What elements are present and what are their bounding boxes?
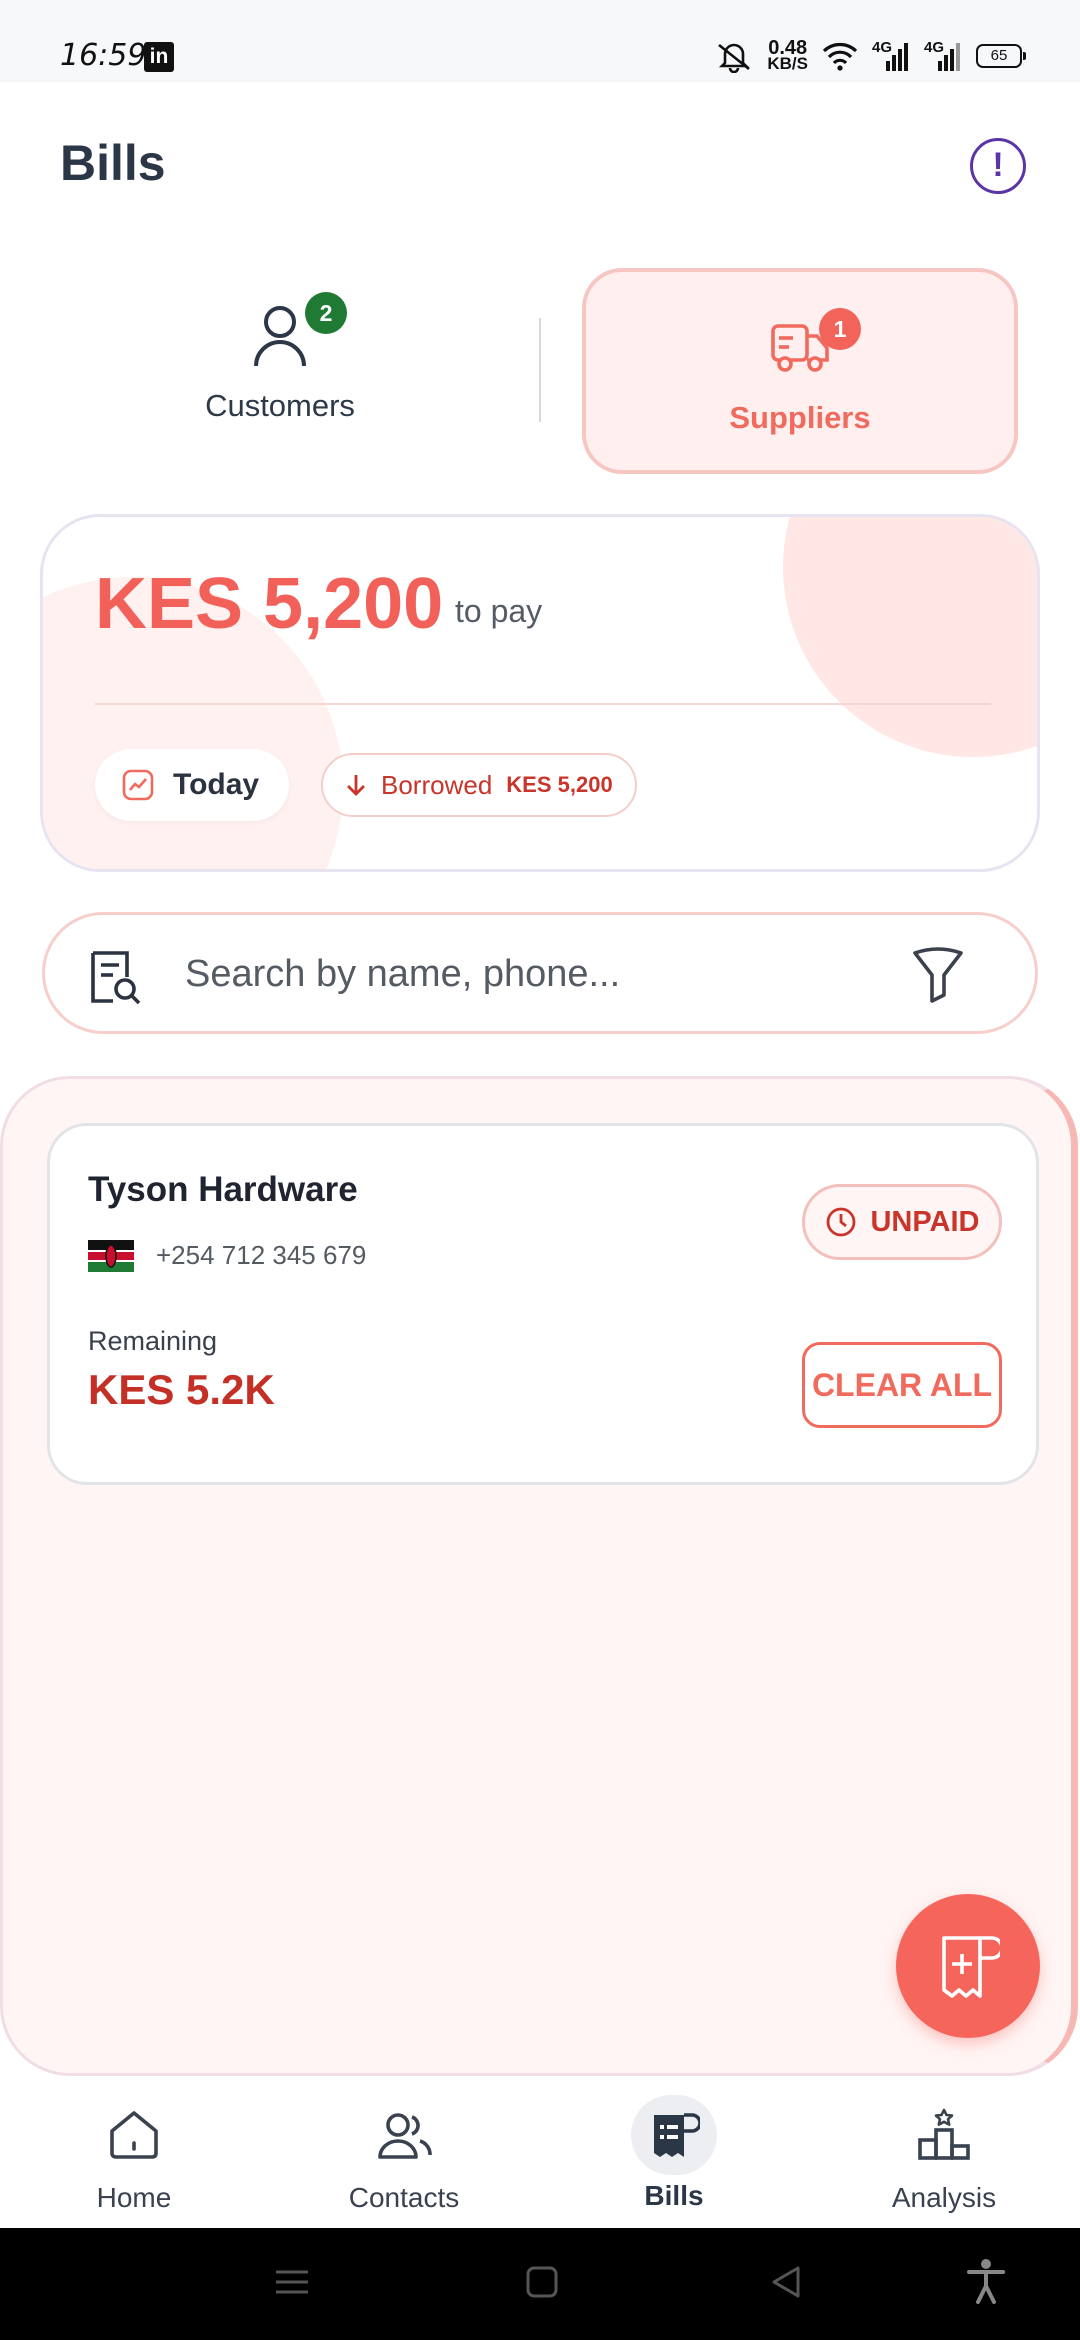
period-chip[interactable]: Today [95,749,290,821]
receipt-search-icon [87,949,143,1012]
amount-suffix: to pay [455,593,543,629]
nav-bills[interactable]: Bills [564,2094,784,2212]
nav-bills-label: Bills [644,2180,704,2211]
nav-analysis-label: Analysis [891,2182,997,2213]
page-title: Bills [60,135,166,191]
add-receipt-icon [942,1936,1000,1998]
customers-badge: 2 [305,292,347,334]
menu-icon[interactable] [274,2264,310,2305]
decor-blob [783,517,1037,757]
nav-active-pill [631,2095,717,2175]
remaining-value: KES 5.2K [88,1366,275,1413]
signal-icon: 4G [872,39,910,73]
tab-suppliers[interactable]: 1 Suppliers [582,268,1018,474]
tab-customers[interactable]: 2 Customers [110,292,450,440]
borrowed-value: KES 5,200 [506,772,613,797]
add-bill-button[interactable] [896,1894,1040,2038]
status-indicators: 0.48 KB/S 4G 4G 65 [715,36,1026,76]
status-label: UNPAID [870,1205,980,1238]
bottom-nav: Home Contacts Bills Analysis [0,2080,1080,2228]
signal-icon-2: 4G [924,39,962,73]
mute-bell-icon [718,43,751,73]
nav-home-label: Home [96,2182,172,2213]
arrow-down-icon [347,775,365,796]
net-speed: 0.48 KB/S [767,37,808,73]
linkedin-icon: in [144,42,174,72]
info-button[interactable]: ! [970,138,1026,194]
wifi-icon [822,43,858,71]
bills-icon [654,2113,700,2157]
supplier-phone: +254 712 345 679 [156,1240,367,1270]
accessibility-icon[interactable] [966,2258,1006,2309]
nav-contacts-label: Contacts [348,2182,460,2213]
tab-suppliers-label: Suppliers [729,400,871,435]
summary-card: KES 5,200 to pay Today Borrowed KES 5,20… [40,514,1040,872]
period-label: Today [173,768,260,801]
borrowed-chip[interactable]: Borrowed KES 5,200 [321,753,637,817]
suppliers-badge: 1 [819,308,861,350]
status-badge: UNPAID [802,1184,1002,1260]
back-icon[interactable] [768,2264,804,2305]
status-time: 16:59 [60,38,147,73]
total-amount: KES 5,200 [95,564,444,644]
search-input[interactable] [185,943,785,1005]
status-bar: 16:59 in 0.48 KB/S 4G 4G 65 [0,0,1080,82]
borrowed-label: Borrowed [381,769,493,800]
card-divider [95,703,991,705]
kenya-flag-icon [88,1240,134,1272]
toggle-divider [539,318,541,422]
nav-contacts[interactable]: Contacts [294,2094,514,2214]
search-bar[interactable] [42,912,1038,1034]
nav-analysis[interactable]: Analysis [834,2094,1054,2214]
home-square-icon[interactable] [524,2264,560,2305]
system-nav-bar [0,2228,1080,2340]
nav-home[interactable]: Home [24,2094,244,2214]
contacts-icon [378,2113,432,2159]
remaining-label: Remaining [88,1326,218,1356]
home-icon [110,2111,158,2159]
clock-icon [827,1207,856,1237]
filter-icon[interactable] [911,945,965,1010]
analysis-icon [918,2108,970,2160]
tab-customers-label: Customers [205,388,355,423]
trend-chart-icon [122,769,154,801]
battery-icon: 65 [976,44,1026,68]
supplier-name: Tyson Hardware [88,1170,358,1209]
list-item[interactable]: Tyson Hardware +254 712 345 679 UNPAID R… [47,1123,1039,1485]
clear-all-button[interactable]: CLEAR ALL [802,1342,1002,1428]
